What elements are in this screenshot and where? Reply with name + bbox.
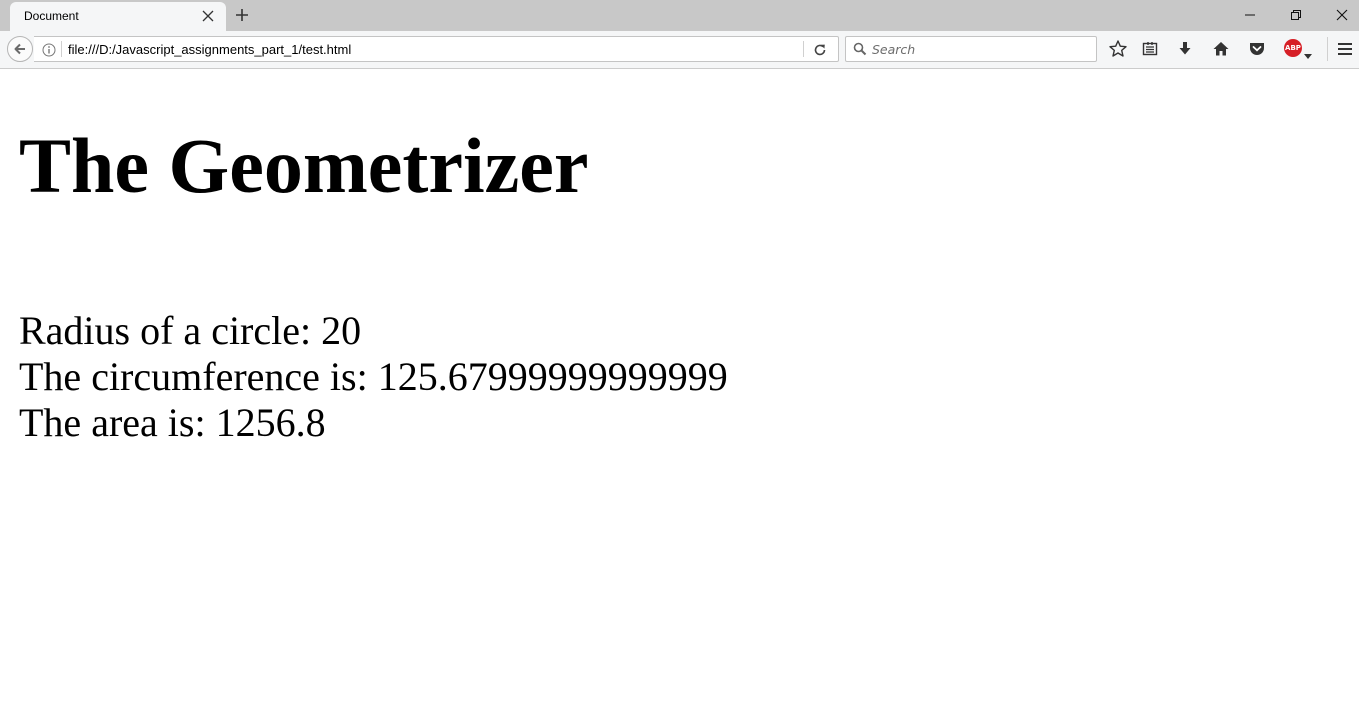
page-title: The Geometrizer — [19, 122, 589, 209]
menu-icon[interactable] — [1335, 39, 1355, 59]
download-icon[interactable] — [1175, 39, 1195, 59]
search-input[interactable] — [872, 41, 1092, 57]
browser-window: Document file:///D:/Javascript_assignmen… — [0, 0, 1359, 718]
close-tab-icon[interactable] — [200, 8, 216, 24]
tab-strip: Document — [0, 0, 1359, 31]
tab-title: Document — [24, 9, 79, 23]
radius-text: Radius of a circle: 20 — [19, 308, 362, 353]
tab-document[interactable]: Document — [10, 2, 226, 31]
url-bar[interactable]: file:///D:/Javascript_assignments_part_1… — [34, 36, 839, 62]
restore-icon[interactable] — [1273, 0, 1319, 30]
bookmark-star-icon[interactable] — [1108, 39, 1128, 59]
search-bar[interactable] — [845, 36, 1097, 62]
info-icon[interactable] — [42, 43, 56, 62]
home-icon[interactable] — [1211, 39, 1231, 59]
reload-separator — [803, 41, 804, 57]
close-window-icon[interactable] — [1319, 0, 1359, 30]
navigation-toolbar: file:///D:/Javascript_assignments_part_1… — [0, 31, 1359, 69]
adblock-plus-icon[interactable]: ABP — [1284, 39, 1302, 57]
area-text: The area is: 1256.8 — [19, 400, 326, 445]
minimize-icon[interactable] — [1227, 0, 1273, 30]
circumference-text: The circumference is: 125.67999999999999 — [19, 354, 728, 399]
url-separator — [61, 41, 62, 57]
search-icon — [853, 42, 867, 61]
toolbar-divider — [1327, 37, 1328, 61]
chevron-down-icon[interactable] — [1304, 46, 1312, 64]
new-tab-icon[interactable] — [232, 5, 252, 25]
back-button[interactable] — [7, 36, 33, 62]
back-arrow-icon — [14, 43, 25, 55]
page-content: The Geometrizer Radius of a circle: 20 T… — [0, 69, 1359, 718]
url-text[interactable]: file:///D:/Javascript_assignments_part_1… — [68, 42, 351, 57]
pocket-icon[interactable] — [1247, 39, 1267, 59]
reload-icon[interactable] — [812, 42, 828, 58]
reading-list-icon[interactable] — [1140, 39, 1160, 59]
